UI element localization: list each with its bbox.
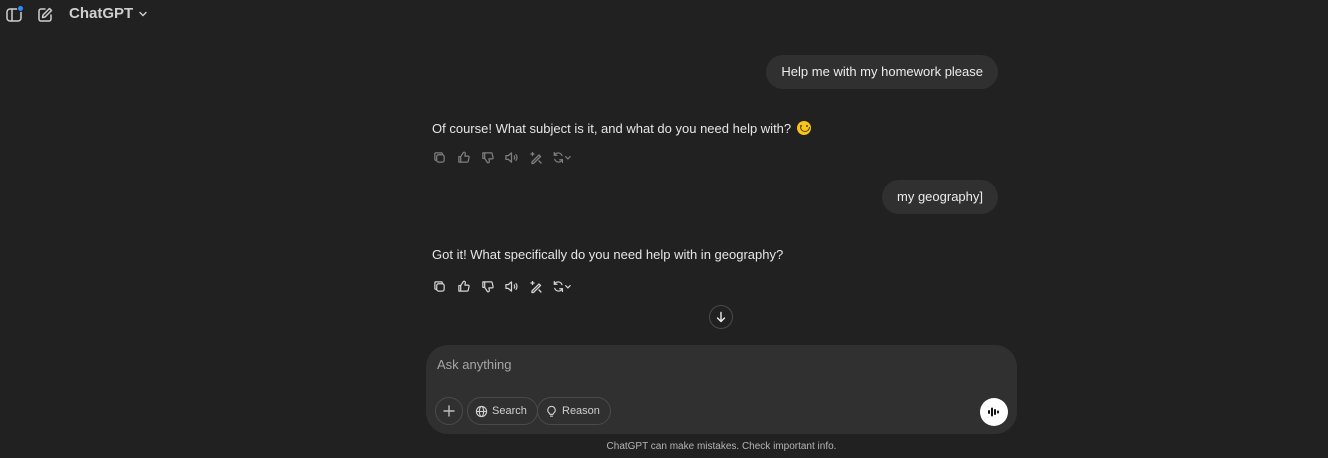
notification-dot xyxy=(17,5,24,12)
edit-canvas-button[interactable] xyxy=(528,279,543,294)
assistant-message: Of course! What subject is it, and what … xyxy=(432,121,811,136)
sidebar-toggle-icon xyxy=(5,5,24,24)
scroll-to-bottom-button[interactable] xyxy=(709,305,733,329)
sidebar-toggle-button[interactable] xyxy=(4,5,24,25)
smiling-face-emoji xyxy=(796,121,811,135)
lightbulb-icon xyxy=(547,405,556,417)
new-chat-icon xyxy=(36,6,54,24)
composer: Search Reason xyxy=(426,345,1017,434)
reason-button[interactable]: Reason xyxy=(537,397,611,425)
thumbs-down-icon xyxy=(482,152,494,164)
message-actions xyxy=(432,150,572,165)
good-response-button[interactable] xyxy=(456,150,471,165)
top-bar: ChatGPT xyxy=(0,0,1328,30)
model-name: ChatGPT xyxy=(69,5,134,22)
read-aloud-icon xyxy=(505,152,518,163)
assistant-message-text: Of course! What subject is it, and what … xyxy=(432,121,792,136)
regenerate-icon xyxy=(553,151,571,164)
thumbs-down-icon xyxy=(482,281,494,293)
bad-response-button[interactable] xyxy=(480,150,495,165)
search-button-label: Search xyxy=(492,405,527,417)
read-aloud-button[interactable] xyxy=(504,279,519,294)
reason-button-label: Reason xyxy=(562,405,600,417)
disclaimer: ChatGPT can make mistakes. Check importa… xyxy=(606,441,837,452)
message-input[interactable] xyxy=(437,353,957,375)
bad-response-button[interactable] xyxy=(480,279,495,294)
user-message: Help me with my homework please xyxy=(766,55,998,89)
assistant-message-text: Got it! What specifically do you need he… xyxy=(432,247,784,262)
message-actions xyxy=(432,279,572,294)
read-aloud-button[interactable] xyxy=(504,150,519,165)
copy-icon xyxy=(434,152,445,163)
regenerate-button[interactable] xyxy=(552,279,572,294)
new-chat-button[interactable] xyxy=(35,5,55,25)
edit-canvas-button[interactable] xyxy=(528,150,543,165)
voice-waveform-icon xyxy=(988,407,999,417)
user-message: my geography] xyxy=(882,180,998,214)
globe-icon xyxy=(475,405,488,417)
chevron-down-icon xyxy=(138,9,148,19)
edit-canvas-icon xyxy=(529,151,542,164)
read-aloud-icon xyxy=(505,281,518,292)
assistant-message: Got it! What specifically do you need he… xyxy=(432,247,783,262)
edit-canvas-icon xyxy=(529,280,542,293)
plus-icon xyxy=(443,405,455,417)
voice-mode-button[interactable] xyxy=(980,398,1008,426)
arrow-down-icon xyxy=(716,311,726,323)
copy-icon xyxy=(434,281,445,292)
attach-button[interactable] xyxy=(435,397,463,425)
chat-page: ChatGPT Help me with my homework please … xyxy=(0,0,1328,458)
copy-button[interactable] xyxy=(432,150,447,165)
good-response-button[interactable] xyxy=(456,279,471,294)
copy-button[interactable] xyxy=(432,279,447,294)
regenerate-button[interactable] xyxy=(552,150,572,165)
model-picker[interactable]: ChatGPT xyxy=(69,5,148,22)
regenerate-icon xyxy=(553,280,571,293)
search-button[interactable]: Search xyxy=(467,397,538,425)
thumbs-up-icon xyxy=(458,280,470,292)
thumbs-up-icon xyxy=(458,151,470,163)
